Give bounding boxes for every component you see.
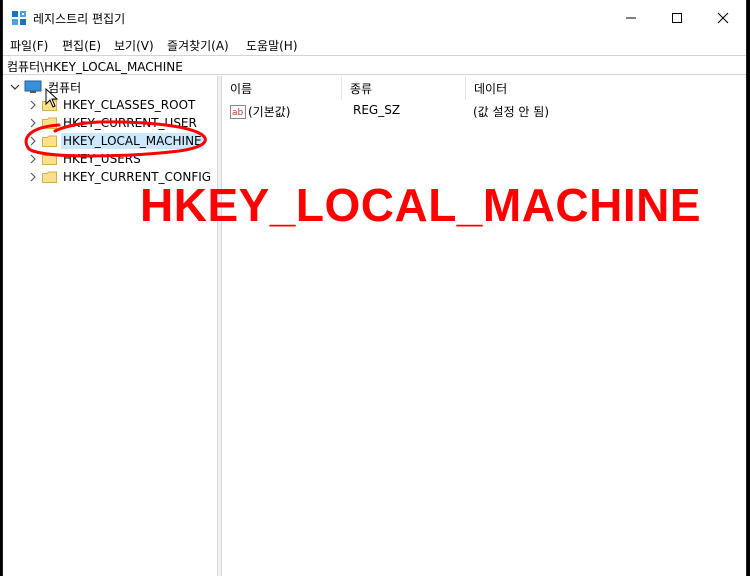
column-header-data[interactable]: 데이터 <box>466 76 746 100</box>
chevron-right-icon[interactable] <box>27 153 39 165</box>
title-bar[interactable]: 레지스트리 편집기 <box>3 0 746 36</box>
chevron-down-icon[interactable] <box>9 81 21 93</box>
folder-icon <box>42 153 57 165</box>
window-title: 레지스트리 편집기 <box>33 12 126 26</box>
annotation-label: HKEY_LOCAL_MACHINE <box>140 179 702 231</box>
menu-edit[interactable]: 편집(E) <box>62 37 101 54</box>
tree-pane: 컴퓨터 HKEY_CLASSES_ROOT HKEY_CURRENT_USER … <box>3 76 217 576</box>
tree-label: HKEY_USERS <box>63 152 141 166</box>
mouse-cursor-icon <box>45 88 59 108</box>
value-name-cell: ab (기본값) <box>230 103 290 120</box>
column-header-name-label: 이름 <box>230 81 253 96</box>
tree-item-current-user[interactable]: HKEY_CURRENT_USER <box>27 114 199 132</box>
menu-help[interactable]: 도움말(H) <box>246 37 298 54</box>
address-bar[interactable]: 컴퓨터\HKEY_LOCAL_MACHINE <box>3 55 746 75</box>
value-type: REG_SZ <box>353 103 401 117</box>
tree-label: HKEY_CURRENT_USER <box>63 116 197 130</box>
value-data: (값 설정 안 됨) <box>473 105 550 119</box>
computer-icon <box>24 80 42 93</box>
registry-icon <box>12 11 26 25</box>
menu-favorites[interactable]: 즐겨찾기(A) <box>167 37 229 54</box>
tree-item-users[interactable]: HKEY_USERS <box>27 150 143 168</box>
column-header-type[interactable]: 종류 <box>342 76 466 100</box>
folder-icon <box>42 117 57 129</box>
chevron-right-icon[interactable] <box>27 171 39 183</box>
tree-label: HKEY_CLASSES_ROOT <box>63 98 196 112</box>
column-header-type-label: 종류 <box>350 81 373 96</box>
address-path[interactable]: 컴퓨터\HKEY_LOCAL_MACHINE <box>7 58 183 75</box>
close-button[interactable] <box>700 0 746 36</box>
values-pane: 이름 종류 데이터 ab (기본값) REG_SZ (값 설정 안 됨) <box>222 76 746 576</box>
value-name: (기본값) <box>248 105 291 119</box>
maximize-button[interactable] <box>654 0 700 36</box>
minimize-button[interactable] <box>608 0 654 36</box>
menu-bar: 파일(F) 편집(E) 보기(V) 즐겨찾기(A) 도움말(H) <box>3 36 746 54</box>
chevron-right-icon[interactable] <box>27 99 39 111</box>
menu-view[interactable]: 보기(V) <box>114 37 154 54</box>
chevron-right-icon[interactable] <box>27 117 39 129</box>
close-icon <box>717 12 729 24</box>
column-header-name[interactable]: 이름 <box>222 76 342 100</box>
tree-item-local-machine[interactable]: HKEY_LOCAL_MACHINE <box>27 132 204 150</box>
column-header-data-label: 데이터 <box>474 81 508 96</box>
menu-file[interactable]: 파일(F) <box>10 37 48 54</box>
folder-icon <box>42 171 57 183</box>
registry-editor-window: 레지스트리 편집기 파일(F) 편집(E) 보기(V) 즐겨찾기(A) 도움말(… <box>2 0 747 576</box>
svg-text:ab: ab <box>232 108 244 118</box>
maximize-icon <box>672 13 682 23</box>
chevron-right-icon[interactable] <box>27 135 39 147</box>
minimize-icon <box>626 17 636 19</box>
folder-icon <box>42 135 57 147</box>
string-value-icon: ab <box>230 104 246 119</box>
tree-label-selected: HKEY_LOCAL_MACHINE <box>61 133 204 149</box>
